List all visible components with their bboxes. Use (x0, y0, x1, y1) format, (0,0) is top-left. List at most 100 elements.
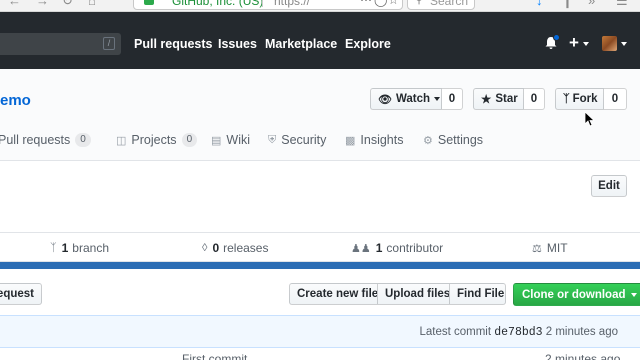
star-label: Star (495, 93, 518, 105)
law-icon: ⚖ (532, 242, 542, 255)
tab-label: Pull requests (0, 133, 71, 147)
license-label: MIT (546, 241, 568, 255)
contributor-count: 1 (375, 241, 383, 255)
commit-message[interactable]: First commit (182, 352, 247, 360)
library-icon[interactable]: ❙ (562, 0, 573, 9)
unread-dot (553, 34, 560, 41)
pocket-icon[interactable]: ◯ (374, 0, 387, 7)
star-button[interactable]: ★ Star (473, 88, 524, 110)
tab-label: Security (281, 133, 327, 147)
release-count: 0 (212, 241, 220, 255)
tab-pull-requests[interactable]: Pull requests 0 (0, 133, 91, 147)
branch-label: branch (72, 241, 109, 255)
github-header: / Pull requests Issues Marketplace Explo… (0, 12, 640, 69)
tag-icon: ◊ (202, 242, 208, 254)
contributors-link[interactable]: ♟♟ 1 contributor (351, 241, 443, 255)
repo-name[interactable]: emo (0, 92, 31, 109)
browser-search[interactable]: ⚲ Search (407, 0, 475, 10)
tab-projects[interactable]: ◫ Projects 0 (116, 133, 198, 147)
bookmark-star-icon[interactable]: ☆ (388, 0, 399, 7)
tab-settings[interactable]: ⚙ Settings (423, 133, 483, 147)
releases-link[interactable]: ◊ 0 releases (202, 241, 268, 255)
file-row: First commit 2 minutes ago (0, 348, 640, 360)
watch-count[interactable]: 0 (442, 88, 463, 110)
nav-explore[interactable]: Explore (345, 37, 391, 51)
graph-icon: ▩ (345, 134, 356, 147)
avatar[interactable] (602, 36, 617, 51)
latest-commit-bar: Latest commit de78bd3 2 minutes ago (0, 315, 640, 348)
tab-insights[interactable]: ▩ Insights (345, 133, 404, 147)
chevron-down-icon (434, 97, 441, 101)
tab-wiki[interactable]: ▤ Wiki (211, 133, 250, 147)
commit-prefix: Latest commit (419, 326, 492, 338)
new-pull-request-button[interactable]: request (0, 283, 42, 305)
star-count[interactable]: 0 (524, 88, 545, 110)
eye-icon: 👁 (378, 93, 392, 106)
notifications-bell-icon[interactable] (544, 34, 560, 50)
address-divider (262, 0, 263, 7)
license-link[interactable]: ⚖ MIT (532, 241, 568, 255)
branch-count: 1 (61, 241, 69, 255)
home-icon[interactable]: ⌂ (88, 0, 96, 8)
nav-pull-requests[interactable]: Pull requests (134, 37, 213, 51)
more-icon[interactable]: ⋯ (360, 0, 372, 7)
repo-summary: ᛉ 1 branch ◊ 0 releases ♟♟ 1 contributor… (0, 232, 640, 262)
repo-header: emo 👁 Watch 0 ★ Star 0 ᛉ Fork 0 Pull req… (0, 69, 640, 161)
back-arrow-icon[interactable]: ← (8, 0, 21, 8)
nav-issues[interactable]: Issues (218, 37, 257, 51)
search-placeholder: Search (430, 0, 469, 8)
latest-commit-info: Latest commit de78bd3 2 minutes ago (419, 326, 618, 339)
tab-counter: 0 (75, 133, 91, 147)
branch-icon: ᛉ (50, 242, 57, 254)
shield-icon: ⛨ (268, 133, 277, 146)
create-new-file-button[interactable]: Create new file (289, 283, 378, 305)
tab-counter: 0 (181, 133, 198, 147)
fork-icon: ᛉ (563, 93, 570, 105)
search-shortcut-hint: / (103, 37, 115, 50)
watch-label: Watch (395, 93, 431, 105)
project-icon: ◫ (116, 134, 127, 147)
url-text: https:// (274, 0, 311, 8)
edit-description-button[interactable]: Edit (591, 175, 627, 197)
chevron-down-icon[interactable] (621, 42, 627, 46)
tab-security[interactable]: ⛨ Security (268, 133, 326, 147)
search-input[interactable]: / (0, 33, 121, 55)
branches-link[interactable]: ᛉ 1 branch (50, 241, 109, 255)
fork-label: Fork (572, 93, 598, 105)
address-bar[interactable]: GitHub, Inc. (US) https:// ⋯ ◯ ☆ (133, 0, 403, 10)
people-icon: ♟♟ (351, 242, 371, 255)
reload-icon[interactable]: ↻ (62, 0, 73, 9)
chevron-down-icon (630, 292, 637, 297)
language-bar (0, 262, 640, 269)
download-icon[interactable]: ↓ (536, 0, 543, 8)
commit-time: 2 minutes ago (545, 326, 618, 338)
gear-icon: ⚙ (423, 134, 433, 147)
upload-files-button[interactable]: Upload files (377, 283, 450, 305)
tab-label: Projects (131, 133, 177, 147)
nav-marketplace[interactable]: Marketplace (265, 37, 337, 51)
search-icon: ⚲ (415, 0, 424, 6)
menu-icon[interactable]: ☰ (616, 0, 628, 9)
fork-button[interactable]: ᛉ Fork (555, 88, 604, 110)
forward-arrow-icon[interactable]: → (36, 0, 49, 8)
release-label: releases (223, 241, 269, 255)
tab-label: Wiki (226, 133, 251, 147)
tab-label: Settings (437, 133, 484, 147)
browser-toolbar: ← → ↻ ⌂ GitHub, Inc. (US) https:// ⋯ ◯ ☆… (0, 0, 640, 12)
fork-count[interactable]: 0 (604, 88, 627, 110)
site-identity: GitHub, Inc. (US) (172, 0, 264, 8)
watch-button[interactable]: 👁 Watch (370, 88, 442, 110)
plus-icon[interactable]: + (569, 33, 579, 53)
commit-sha-link[interactable]: de78bd3 (494, 326, 542, 339)
contributor-label: contributor (386, 241, 444, 255)
file-time: 2 minutes ago (545, 352, 621, 360)
clone-or-download-button[interactable]: Clone or download (513, 283, 640, 306)
star-icon: ★ (481, 94, 492, 106)
chevron-down-icon[interactable] (583, 42, 589, 46)
lock-icon (144, 0, 154, 5)
find-file-button[interactable]: Find File (449, 283, 506, 305)
mouse-cursor-icon (585, 112, 595, 127)
book-icon: ▤ (211, 134, 222, 147)
clone-label: Clone or download (522, 288, 626, 301)
overflow-icon[interactable]: » (588, 0, 595, 8)
